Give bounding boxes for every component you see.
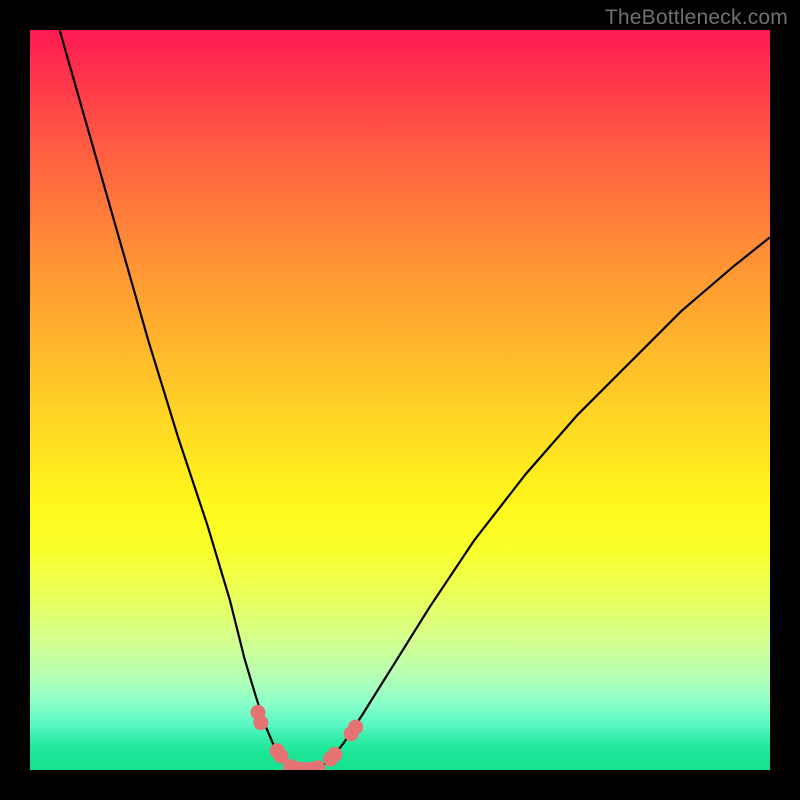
bottleneck-curve: [60, 30, 770, 770]
series-right-branch: [315, 237, 770, 769]
curve-layer: [30, 30, 770, 770]
left-dot-upper-b: [253, 715, 268, 730]
watermark-text: TheBottleneck.com: [605, 6, 788, 30]
chart-frame: TheBottleneck.com: [0, 0, 800, 800]
right-dot-upper-b: [348, 720, 363, 735]
right-dot-lower-b: [327, 747, 342, 762]
marker-dots: [250, 705, 363, 770]
floor-dot-e: [310, 760, 325, 770]
series-left-branch: [60, 30, 298, 769]
plot-area: [30, 30, 770, 770]
